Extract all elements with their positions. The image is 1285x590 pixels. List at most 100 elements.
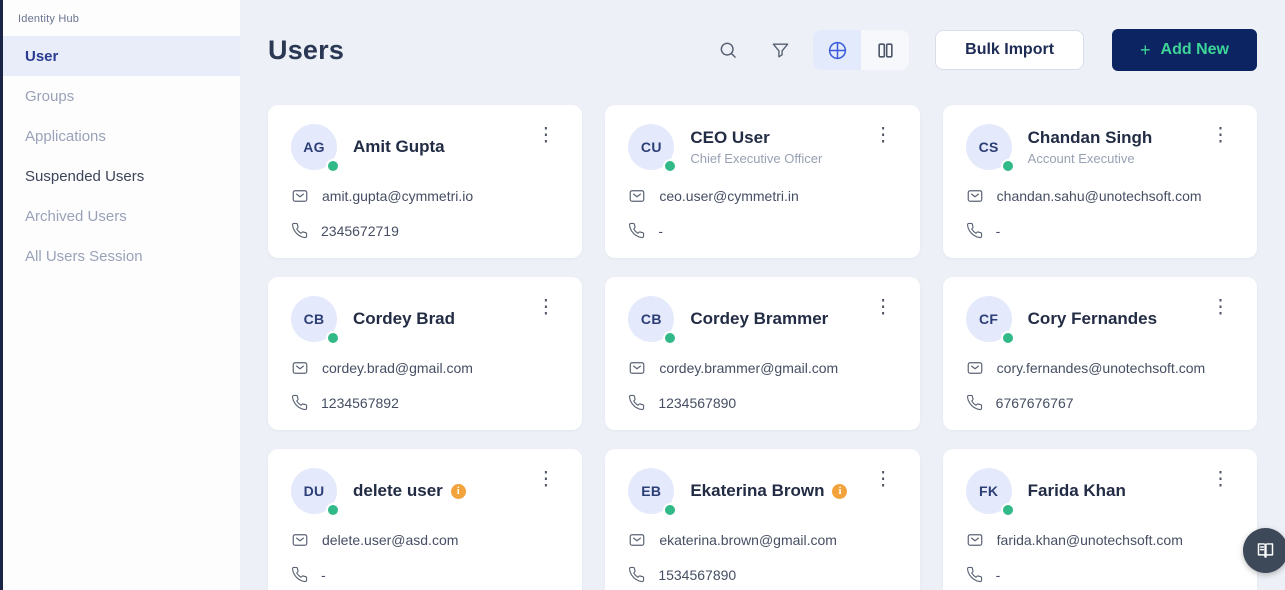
phone-icon <box>291 566 308 583</box>
page-header: Users <box>268 28 1257 72</box>
user-name: Chandan Singh <box>1028 128 1153 148</box>
card-menu-button[interactable]: ⋮ <box>1207 468 1234 491</box>
user-job-title: Chief Executive Officer <box>690 151 822 166</box>
user-phone: 1234567890 <box>658 395 736 411</box>
grid-view-button[interactable] <box>813 30 861 70</box>
phone-icon <box>966 394 983 411</box>
sidebar-nav: User Groups Applications Suspended Users… <box>0 36 240 276</box>
filter-button[interactable] <box>761 31 799 69</box>
user-email: delete.user@asd.com <box>322 532 458 548</box>
sidebar-item-user[interactable]: User <box>0 36 240 76</box>
card-menu-button[interactable]: ⋮ <box>532 124 559 147</box>
online-status-dot <box>663 331 677 345</box>
avatar: DU <box>291 468 337 514</box>
phone-icon <box>628 222 645 239</box>
avatar: CU <box>628 124 674 170</box>
user-card[interactable]: EB Ekaterina Brown i ⋮ ekaterina.brown@g… <box>605 449 919 590</box>
documentation-fab[interactable] <box>1243 528 1285 573</box>
user-phone: 1534567890 <box>658 567 736 583</box>
toolbar: Bulk Import + Add New <box>709 29 1257 71</box>
email-icon <box>291 187 309 205</box>
warning-info-icon[interactable]: i <box>832 484 847 499</box>
add-new-button[interactable]: + Add New <box>1112 29 1257 71</box>
user-card[interactable]: CU CEO User Chief Executive Officer ⋮ ce… <box>605 105 919 258</box>
user-name: delete user <box>353 481 443 501</box>
user-email: amit.gupta@cymmetri.io <box>322 188 473 204</box>
online-status-dot <box>326 331 340 345</box>
email-icon <box>291 531 309 549</box>
avatar: AG <box>291 124 337 170</box>
online-status-dot <box>1001 331 1015 345</box>
sidebar-item-label: Suspended Users <box>25 168 144 185</box>
card-menu-button[interactable]: ⋮ <box>532 296 559 319</box>
email-icon <box>966 531 984 549</box>
users-grid: AG Amit Gupta ⋮ amit.gupta@cymmetri.io <box>268 105 1257 590</box>
user-email: cory.fernandes@unotechsoft.com <box>997 360 1206 376</box>
online-status-dot <box>326 503 340 517</box>
warning-info-icon[interactable]: i <box>451 484 466 499</box>
user-card[interactable]: CB Cordey Brad ⋮ cordey.brad@gmail.com <box>268 277 582 430</box>
sidebar-item-groups[interactable]: Groups <box>0 76 240 116</box>
online-status-dot <box>1001 159 1015 173</box>
card-menu-button[interactable]: ⋮ <box>870 468 897 491</box>
column-view-button[interactable] <box>861 30 909 70</box>
sidebar-item-archived-users[interactable]: Archived Users <box>0 196 240 236</box>
user-phone: 1234567892 <box>321 395 399 411</box>
card-menu-button[interactable]: ⋮ <box>870 124 897 147</box>
avatar: CS <box>966 124 1012 170</box>
user-phone: - <box>321 567 326 583</box>
sidebar-edge-strip <box>0 0 3 590</box>
user-phone: 2345672719 <box>321 223 399 239</box>
user-card[interactable]: CB Cordey Brammer ⋮ cordey.brammer@gmail… <box>605 277 919 430</box>
phone-icon <box>628 394 645 411</box>
avatar: EB <box>628 468 674 514</box>
user-email: chandan.sahu@unotechsoft.com <box>997 188 1202 204</box>
user-name: CEO User <box>690 128 769 148</box>
user-card[interactable]: FK Farida Khan ⋮ farida.khan@unotechsoft… <box>943 449 1257 590</box>
online-status-dot <box>326 159 340 173</box>
user-card[interactable]: CS Chandan Singh Account Executive ⋮ cha… <box>943 105 1257 258</box>
grid-view-icon <box>827 40 848 61</box>
sidebar-item-label: Groups <box>25 88 74 105</box>
user-email: cordey.brad@gmail.com <box>322 360 473 376</box>
sidebar: Identity Hub User Groups Applications Su… <box>0 0 240 590</box>
email-icon <box>628 359 646 377</box>
user-email: ekaterina.brown@gmail.com <box>659 532 837 548</box>
sidebar-item-label: All Users Session <box>25 248 143 265</box>
sidebar-item-suspended-users[interactable]: Suspended Users <box>0 156 240 196</box>
user-card[interactable]: DU delete user i ⋮ delete.user@asd.com <box>268 449 582 590</box>
user-name: Ekaterina Brown <box>690 481 824 501</box>
user-phone: - <box>658 223 663 239</box>
user-email: farida.khan@unotechsoft.com <box>997 532 1183 548</box>
email-icon <box>966 359 984 377</box>
user-phone: - <box>996 567 1001 583</box>
card-menu-button[interactable]: ⋮ <box>532 468 559 491</box>
card-menu-button[interactable]: ⋮ <box>1207 124 1234 147</box>
brand-title: Identity Hub <box>0 0 240 25</box>
filter-icon <box>771 41 790 60</box>
user-email: ceo.user@cymmetri.in <box>659 188 798 204</box>
sidebar-item-applications[interactable]: Applications <box>0 116 240 156</box>
book-icon <box>1255 540 1276 561</box>
add-new-label: Add New <box>1161 41 1229 59</box>
user-name: Farida Khan <box>1028 481 1126 501</box>
main-content: Users <box>240 0 1285 590</box>
phone-icon <box>291 222 308 239</box>
user-name: Cordey Brammer <box>690 309 828 329</box>
card-menu-button[interactable]: ⋮ <box>1207 296 1234 319</box>
user-name: Amit Gupta <box>353 137 445 157</box>
email-icon <box>628 187 646 205</box>
sidebar-item-all-users-session[interactable]: All Users Session <box>0 236 240 276</box>
bulk-import-button[interactable]: Bulk Import <box>935 30 1084 70</box>
user-name: Cordey Brad <box>353 309 455 329</box>
sidebar-item-label: Applications <box>25 128 106 145</box>
plus-icon: + <box>1140 41 1151 59</box>
phone-icon <box>966 222 983 239</box>
search-button[interactable] <box>709 31 747 69</box>
page-title: Users <box>268 35 344 66</box>
avatar: CF <box>966 296 1012 342</box>
card-menu-button[interactable]: ⋮ <box>870 296 897 319</box>
user-card[interactable]: AG Amit Gupta ⋮ amit.gupta@cymmetri.io <box>268 105 582 258</box>
user-card[interactable]: CF Cory Fernandes ⋮ cory.fernandes@unote… <box>943 277 1257 430</box>
column-view-icon <box>876 41 895 60</box>
